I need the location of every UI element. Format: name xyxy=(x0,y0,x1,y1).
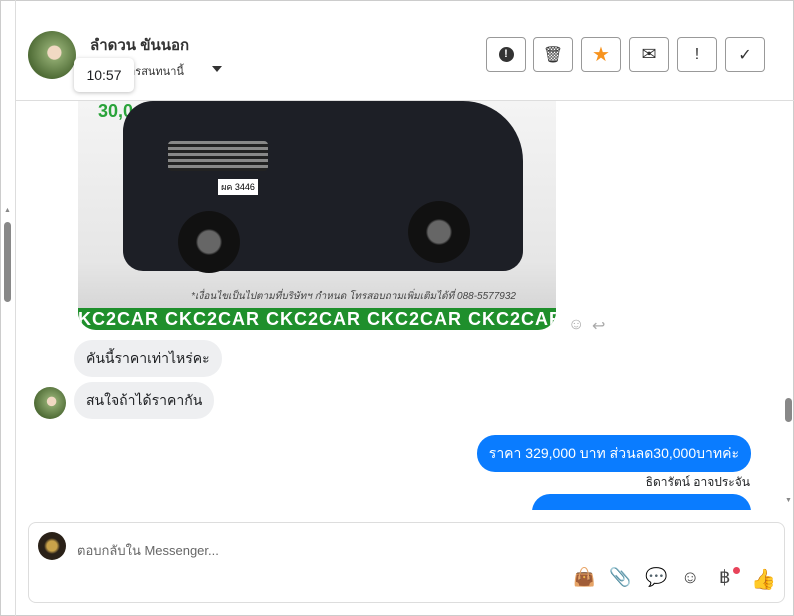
thumbs-up-icon[interactable]: 👍 xyxy=(751,567,776,592)
outgoing-message: .... xyxy=(532,494,751,510)
promo-caption: *เงื่อนไขเป็นไปตามที่บริษัทฯ กำหนด โทรสอ… xyxy=(191,291,516,302)
star-icon: ★ xyxy=(592,44,610,66)
left-scrollbar[interactable] xyxy=(4,222,11,302)
right-scrollbar[interactable] xyxy=(785,398,792,422)
mark-done-button[interactable]: ✓ xyxy=(725,37,765,72)
scroll-up-icon[interactable]: ▲ xyxy=(4,207,11,214)
trash-icon: 🗑 xyxy=(542,46,564,64)
car-photo-message[interactable]: 30,0 ผค 3446 *เงื่อนไขเป็นไปตามที่บริษัท… xyxy=(78,101,556,330)
chat-bubble-icon[interactable]: 💬 xyxy=(645,567,667,588)
star-button[interactable]: ★ xyxy=(581,37,621,72)
envelope-icon: ✉ xyxy=(641,44,657,64)
follow-up-button[interactable]: ! xyxy=(677,37,717,72)
license-plate: ผค 3446 xyxy=(218,179,258,195)
wheel xyxy=(178,211,240,273)
avatar[interactable] xyxy=(34,387,66,419)
incoming-message: คันนี้ราคาเท่าไหร่คะ xyxy=(74,340,222,377)
message-clip: .... xyxy=(0,494,794,510)
check-icon: ✓ xyxy=(738,46,752,64)
avatar[interactable] xyxy=(28,31,76,79)
exclamation-icon: ! xyxy=(694,45,700,63)
reply-icon[interactable]: ↩ xyxy=(592,316,605,336)
mark-unread-button[interactable]: ✉ xyxy=(629,37,669,72)
brand-banner: KC2CAR CKC2CAR CKC2CAR CKC2CAR CKC2CAR C… xyxy=(78,308,556,330)
time-tooltip: 10:57 xyxy=(74,58,134,92)
contact-name[interactable]: ลำดวน ขันนอก xyxy=(90,33,189,57)
chevron-down-icon[interactable] xyxy=(212,66,222,72)
notification-dot xyxy=(733,567,740,574)
reply-input[interactable]: ตอบกลับใน Messenger... xyxy=(77,540,219,561)
paperclip-icon[interactable]: 📎 xyxy=(609,567,631,588)
reply-composer[interactable]: ตอบกลับใน Messenger... 👜 📎 💬 ☺ ฿ 👍 xyxy=(28,522,785,603)
page-avatar xyxy=(38,532,66,560)
smiley-icon[interactable]: ☺ xyxy=(568,316,584,334)
wheel xyxy=(408,201,470,263)
smiley-icon[interactable]: ☺ xyxy=(681,567,699,588)
report-button[interactable]: ! xyxy=(486,37,526,72)
shopping-bag-icon[interactable]: 👜 xyxy=(573,567,595,588)
delete-button[interactable]: 🗑 xyxy=(533,37,573,72)
baht-icon[interactable]: ฿ xyxy=(719,567,730,588)
sender-name: ธิดารัตน์ อาจประจัน xyxy=(645,475,750,489)
alert-circle-icon: ! xyxy=(498,47,514,62)
outgoing-message: ราคา 329,000 บาท ส่วนลด30,000บาทค่ะ xyxy=(476,435,751,472)
car-grill xyxy=(168,141,268,171)
incoming-message: สนใจถ้าได้ราคากัน xyxy=(74,382,215,419)
